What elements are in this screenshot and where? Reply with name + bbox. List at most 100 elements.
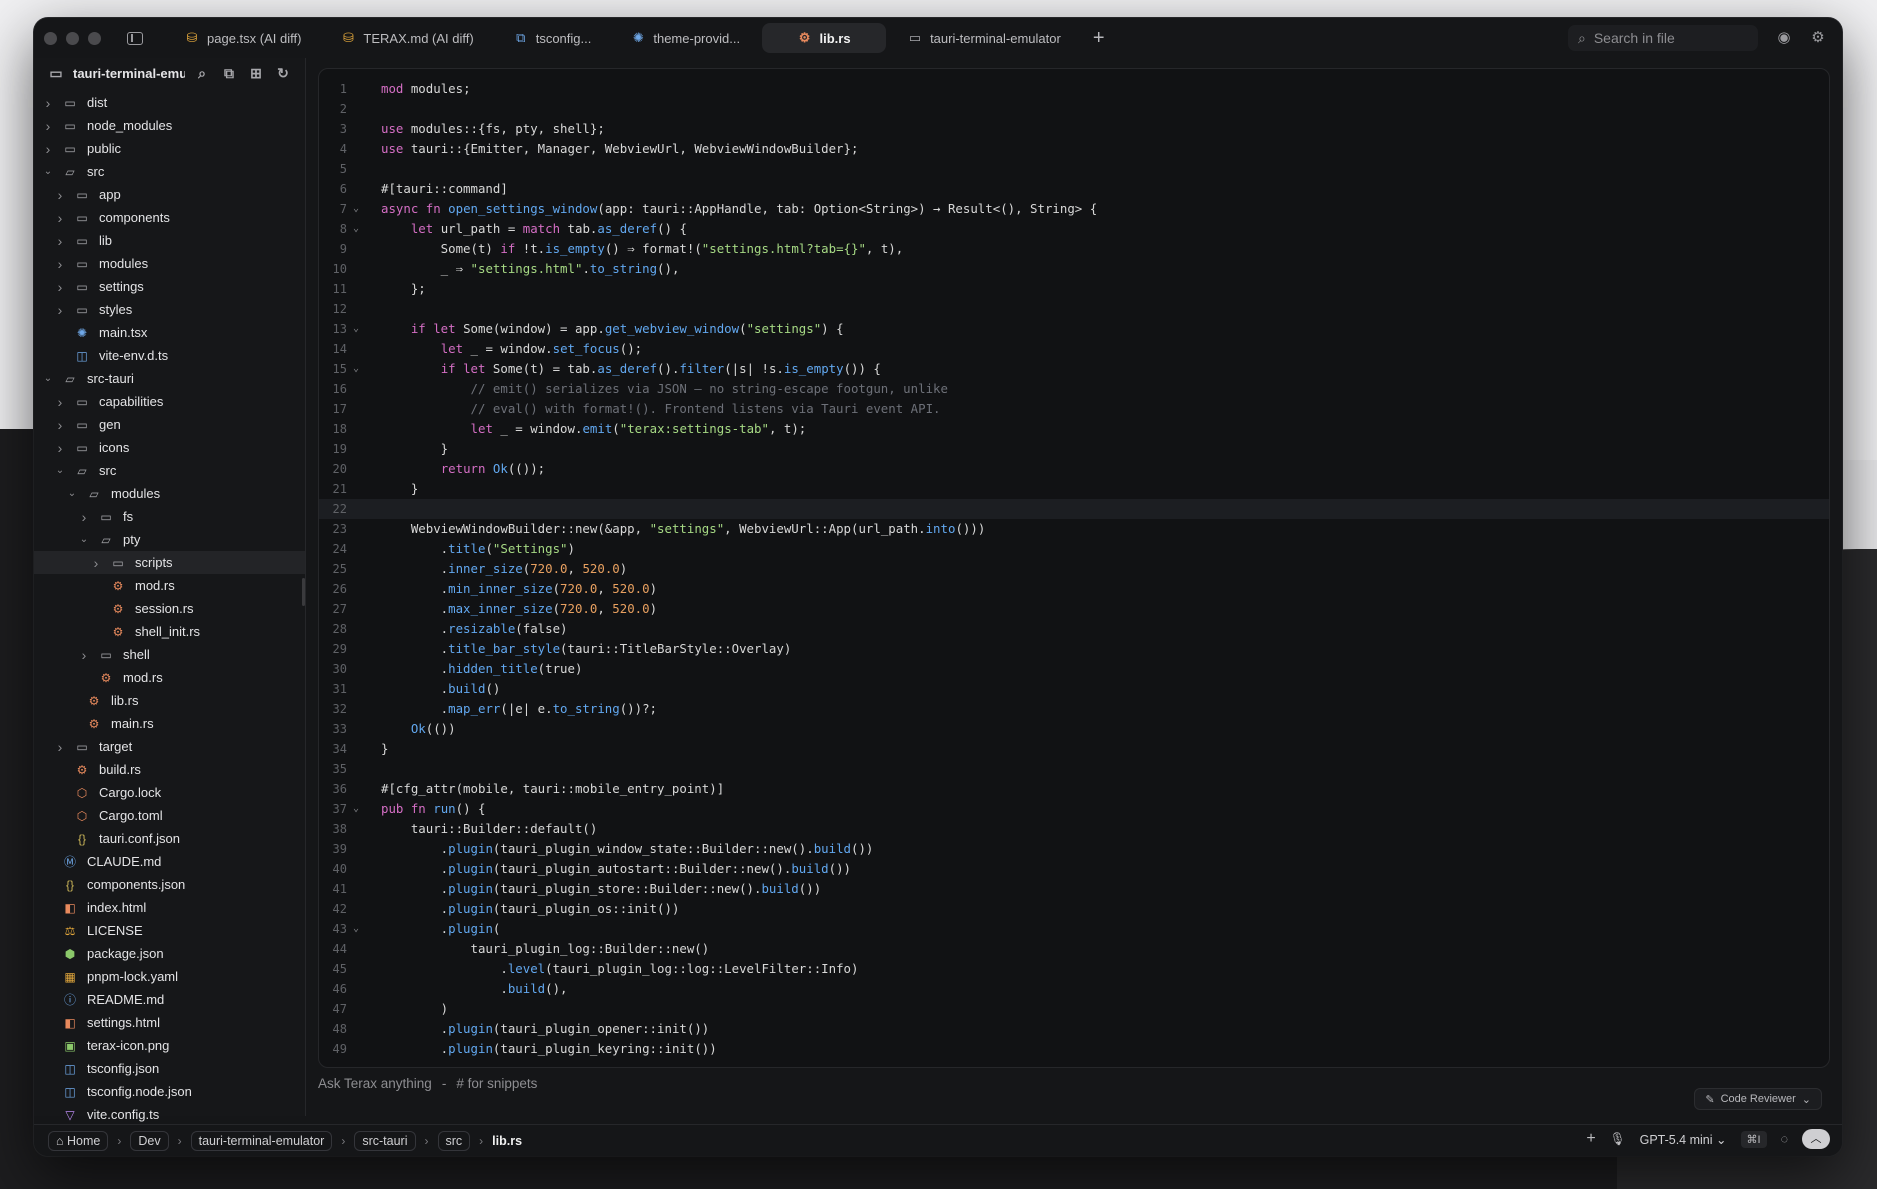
- tree-item[interactable]: {} components.json: [34, 873, 305, 896]
- maximize-window-button[interactable]: [88, 31, 101, 45]
- tree-item[interactable]: ⚙ main.rs: [34, 712, 305, 735]
- tree-item[interactable]: ◫ vite-env.d.ts: [34, 344, 305, 367]
- tree-item[interactable]: › ▭ shell: [34, 643, 305, 666]
- breadcrumb-item[interactable]: Dev: [130, 1130, 169, 1151]
- tree-item[interactable]: ⌄ ▱ src: [34, 459, 305, 482]
- add-tab-icon[interactable]: +: [1093, 27, 1105, 50]
- ask-terax-input[interactable]: Ask Terax anything - # for snippets: [318, 1076, 537, 1091]
- chevron-right-icon[interactable]: ›: [42, 141, 54, 157]
- tab-5[interactable]: ▭ tauri-terminal-emulator: [890, 23, 1079, 53]
- tab-3[interactable]: ✺ theme-provid...: [613, 23, 758, 53]
- chevron-down-icon[interactable]: ⌄: [42, 373, 54, 384]
- tree-item[interactable]: ▣ terax-icon.png: [34, 1034, 305, 1057]
- chevron-right-icon[interactable]: ›: [54, 233, 66, 249]
- tree-item[interactable]: › ▭ icons: [34, 436, 305, 459]
- tree-item[interactable]: › ▭ settings: [34, 275, 305, 298]
- chevron-right-icon[interactable]: ›: [54, 279, 66, 295]
- chevron-right-icon[interactable]: ›: [42, 118, 54, 134]
- tree-item[interactable]: ⌄ ▱ pty: [34, 528, 305, 551]
- tree-item[interactable]: › ▭ lib: [34, 229, 305, 252]
- code-editor[interactable]: 1 mod modules; 2 3 use modules::{fs, pty, sh…: [318, 68, 1830, 1068]
- chevron-right-icon[interactable]: ›: [54, 256, 66, 272]
- tree-item[interactable]: {} tauri.conf.json: [34, 827, 305, 850]
- chevron-right-icon[interactable]: ›: [78, 509, 90, 525]
- chevron-right-icon[interactable]: ›: [54, 394, 66, 410]
- fold-chevron-icon[interactable]: ⌄: [349, 799, 381, 819]
- plus-icon[interactable]: +: [1586, 1130, 1595, 1148]
- tree-item[interactable]: ▦ pnpm-lock.yaml: [34, 965, 305, 988]
- tree-item[interactable]: ⌄ ▱ src-tauri: [34, 367, 305, 390]
- model-selector[interactable]: GPT-5.4 mini ⌄: [1640, 1132, 1727, 1147]
- chat-icon[interactable]: ◌: [1781, 1132, 1788, 1146]
- tree-item[interactable]: ⚙ build.rs: [34, 758, 305, 781]
- search-in-file-field[interactable]: ⌕ Search in file: [1568, 25, 1758, 51]
- sidebar-toggle-icon[interactable]: [127, 31, 143, 45]
- breadcrumb-item[interactable]: ⌂ Home: [48, 1130, 109, 1151]
- breadcrumb-item[interactable]: src-tauri: [354, 1130, 416, 1151]
- chevron-right-icon[interactable]: ›: [54, 302, 66, 318]
- breadcrumb-item[interactable]: tauri-terminal-emulator: [190, 1130, 333, 1151]
- chevron-up-icon[interactable]: ︿: [1802, 1129, 1830, 1149]
- tree-item[interactable]: ▽ vite.config.ts: [34, 1103, 305, 1126]
- fold-chevron-icon[interactable]: ⌄: [349, 919, 381, 939]
- sidebar-scrollbar[interactable]: [302, 578, 305, 606]
- tree-item[interactable]: ⚙ shell_init.rs: [34, 620, 305, 643]
- new-file-icon[interactable]: ⧉: [219, 65, 239, 82]
- fold-chevron-icon[interactable]: ⌄: [349, 199, 381, 219]
- tab-1[interactable]: ⛁ TERAX.md (AI diff): [323, 23, 491, 53]
- tab-0[interactable]: ⛁ page.tsx (AI diff): [167, 23, 319, 53]
- tree-item[interactable]: › ▭ styles: [34, 298, 305, 321]
- microphone-icon[interactable]: 🎙: [1610, 1132, 1626, 1147]
- tab-4[interactable]: ⚙ lib.rs: [762, 23, 887, 53]
- tab-2[interactable]: ⧉ tsconfig...: [496, 23, 610, 53]
- tree-item[interactable]: ⚙ mod.rs: [34, 574, 305, 597]
- chevron-down-icon[interactable]: ⌄: [42, 166, 54, 177]
- tree-item[interactable]: › ▭ modules: [34, 252, 305, 275]
- chevron-down-icon[interactable]: ⌄: [78, 534, 90, 545]
- tree-item[interactable]: ✺ main.tsx: [34, 321, 305, 344]
- tree-item[interactable]: ⚖ LICENSE: [34, 919, 305, 942]
- tree-item[interactable]: › ▭ scripts: [34, 551, 305, 574]
- tree-item[interactable]: › ▭ fs: [34, 505, 305, 528]
- fold-chevron-icon[interactable]: ⌄: [349, 359, 381, 379]
- tree-item[interactable]: ⚙ mod.rs: [34, 666, 305, 689]
- breadcrumb-current[interactable]: lib.rs: [492, 1134, 522, 1148]
- tree-item[interactable]: ⬢ package.json: [34, 942, 305, 965]
- tree-item[interactable]: › ▭ components: [34, 206, 305, 229]
- chevron-right-icon[interactable]: ›: [54, 417, 66, 433]
- tree-item[interactable]: ◫ tsconfig.json: [34, 1057, 305, 1080]
- chevron-right-icon[interactable]: ›: [54, 187, 66, 203]
- chevron-right-icon[interactable]: ›: [54, 739, 66, 755]
- chevron-right-icon[interactable]: ›: [90, 555, 102, 571]
- close-window-button[interactable]: [44, 31, 57, 45]
- minimize-window-button[interactable]: [66, 31, 79, 45]
- tree-item[interactable]: › ▭ capabilities: [34, 390, 305, 413]
- tree-item[interactable]: ⌄ ▱ modules: [34, 482, 305, 505]
- fold-chevron-icon[interactable]: ⌄: [349, 319, 381, 339]
- settings-gear-icon[interactable]: ⚙: [1808, 28, 1828, 48]
- chevron-right-icon[interactable]: ›: [78, 647, 90, 663]
- tree-item[interactable]: ◧ index.html: [34, 896, 305, 919]
- chevron-right-icon[interactable]: ›: [54, 210, 66, 226]
- refresh-icon[interactable]: ↻: [273, 65, 293, 82]
- chevron-down-icon[interactable]: ⌄: [54, 465, 66, 476]
- tree-item[interactable]: ⌄ ▱ src: [34, 160, 305, 183]
- tree-item[interactable]: ⓘ README.md: [34, 988, 305, 1011]
- tree-item[interactable]: ⬡ Cargo.toml: [34, 804, 305, 827]
- tree-item[interactable]: ◧ settings.html: [34, 1011, 305, 1034]
- tree-item[interactable]: › ▭ target: [34, 735, 305, 758]
- tree-item[interactable]: ⚙ session.rs: [34, 597, 305, 620]
- chevron-down-icon[interactable]: ⌄: [66, 488, 78, 499]
- tree-item[interactable]: Ⓜ CLAUDE.md: [34, 850, 305, 873]
- tree-item[interactable]: › ▭ dist: [34, 91, 305, 114]
- tree-item[interactable]: › ▭ public: [34, 137, 305, 160]
- assistant-bot-icon[interactable]: ◉: [1774, 28, 1794, 48]
- tree-item[interactable]: › ▭ node_modules: [34, 114, 305, 137]
- tree-item[interactable]: ◫ tsconfig.node.json: [34, 1080, 305, 1103]
- code-reviewer-button[interactable]: ✎ Code Reviewer ⌄: [1694, 1088, 1822, 1110]
- tree-item[interactable]: ⬡ Cargo.lock: [34, 781, 305, 804]
- fold-chevron-icon[interactable]: ⌄: [349, 219, 381, 239]
- tree-item[interactable]: ⚙ lib.rs: [34, 689, 305, 712]
- new-folder-icon[interactable]: ⊞: [246, 65, 266, 82]
- chevron-right-icon[interactable]: ›: [42, 95, 54, 111]
